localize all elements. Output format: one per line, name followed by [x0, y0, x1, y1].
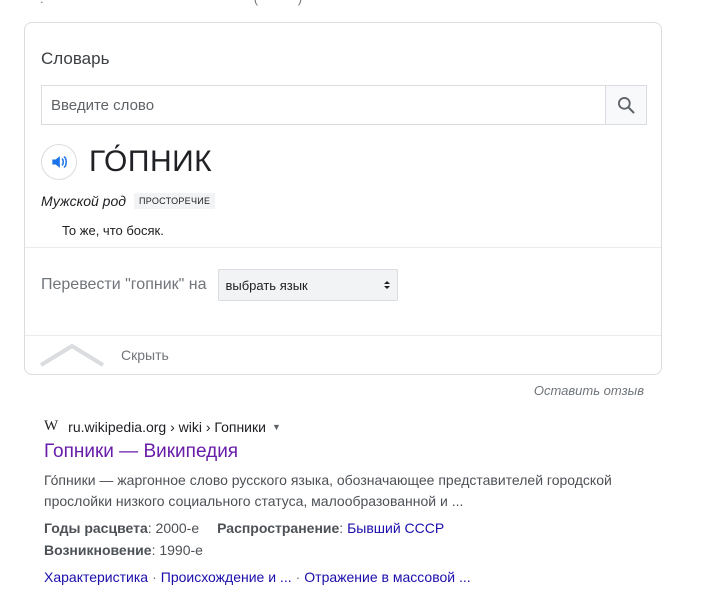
- dictionary-search-input[interactable]: [42, 86, 605, 124]
- fact-value: : 2000-е: [147, 520, 200, 536]
- headword: го́пник: [89, 145, 213, 178]
- truncated-previous-text: : · · · · · · · · · · · · · · · · · · · …: [40, 0, 302, 6]
- feedback-link[interactable]: Оставить отзыв: [534, 383, 644, 398]
- dictionary-search: [41, 85, 647, 125]
- search-icon: [618, 97, 635, 114]
- fact-label: Возникновение: [44, 542, 152, 558]
- speaker-icon: [52, 156, 67, 168]
- sitelink[interactable]: Происхождение и ...: [161, 569, 292, 585]
- translate-label: Перевести "гопник" на: [41, 276, 207, 293]
- sitelink[interactable]: Отражение в массовой ...: [304, 569, 470, 585]
- result-title-link[interactable]: Гопники — Википедия: [44, 441, 664, 463]
- result-sitelinks: Характеристика · Происхождение и ... · Отраж…: [44, 569, 471, 585]
- fact-link[interactable]: Бывший СССР: [347, 520, 444, 536]
- result-cite: W ru.wikipedia.org › wiki › Гопники ▼: [44, 418, 664, 435]
- definition-text: То же, что босяк.: [62, 223, 164, 238]
- register-badge: ПРОСТОРЕЧИЕ: [134, 193, 216, 209]
- translate-row: Перевести "гопник" на выбрать язык: [41, 269, 399, 301]
- result-breadcrumb: ru.wikipedia.org › wiki › Гопники: [68, 418, 266, 435]
- select-arrows-icon: [384, 281, 391, 289]
- gender-label: Мужской род: [41, 193, 126, 209]
- caret-down-icon[interactable]: ▼: [272, 422, 281, 432]
- result-snippet: Го́пники — жаргонное слово русского язык…: [44, 472, 612, 509]
- divider: [25, 335, 661, 336]
- fact-label: Годы расцвета: [44, 520, 148, 536]
- dictionary-title: Словарь: [41, 49, 110, 68]
- chevron-up-icon: [39, 344, 105, 367]
- dictionary-card: Словарь го́пник Мужской род ПРОСТОРЕЧИЕ …: [24, 22, 662, 375]
- language-select-value: выбрать язык: [225, 277, 308, 293]
- dictionary-search-button[interactable]: [605, 86, 646, 124]
- language-select[interactable]: выбрать язык: [218, 269, 399, 301]
- collapse-toggle[interactable]: Скрыть: [39, 343, 169, 367]
- fact-label: Распространение: [217, 520, 340, 536]
- wikipedia-logo: W: [44, 418, 59, 434]
- fact-value: : 1990-е: [151, 542, 203, 558]
- search-result: W ru.wikipedia.org › wiki › Гопники ▼ Го…: [44, 418, 664, 585]
- divider: [25, 247, 661, 248]
- sitelink[interactable]: Характеристика: [44, 569, 148, 585]
- grammar-info: Мужской род ПРОСТОРЕЧИЕ: [41, 193, 216, 209]
- pronunciation-button[interactable]: [41, 144, 77, 180]
- collapse-label: Скрыть: [121, 347, 169, 363]
- result-facts: Годы расцвета: 2000-е Распространение: Бы…: [44, 520, 445, 558]
